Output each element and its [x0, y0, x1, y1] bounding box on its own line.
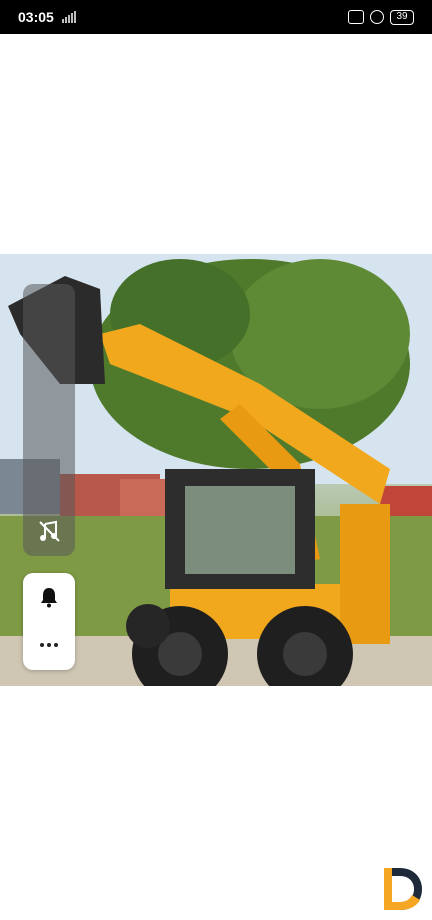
status-bar: 03:05 39 — [0, 0, 432, 34]
more-icon — [40, 643, 58, 647]
battery-level: 39 — [396, 10, 408, 22]
bell-button[interactable] — [23, 573, 75, 621]
status-right: 39 — [348, 9, 414, 25]
action-card — [23, 573, 75, 670]
music-off-glyph — [39, 520, 60, 542]
vibrate-icon — [348, 10, 364, 24]
more-button[interactable] — [23, 621, 75, 669]
bell-icon — [41, 588, 57, 608]
side-panel — [23, 284, 75, 556]
app-logo[interactable] — [378, 864, 426, 914]
cellular-signal-icon — [61, 11, 76, 23]
status-time: 03:05 — [18, 9, 54, 25]
battery-icon: 39 — [390, 9, 414, 25]
music-off-icon[interactable] — [36, 518, 62, 544]
alarm-icon — [370, 10, 384, 24]
status-left: 03:05 — [18, 9, 76, 25]
logo-icon — [384, 868, 422, 910]
